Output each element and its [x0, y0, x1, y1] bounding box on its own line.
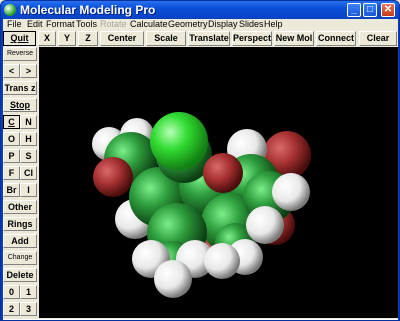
translate-z-button[interactable]: Trans z	[3, 81, 37, 95]
element-br-button[interactable]: Br	[3, 183, 20, 197]
title-bar[interactable]: Molecular Modeling Pro _ □ ✕	[1, 1, 399, 19]
minimize-button[interactable]: _	[347, 3, 361, 17]
menu-file[interactable]: File	[7, 19, 22, 30]
client-area: File Edit Format Tools Rotate Calculate …	[3, 19, 398, 320]
window-title: Molecular Modeling Pro	[20, 3, 156, 17]
oxygen-atom	[93, 157, 133, 197]
molecule-model	[92, 112, 311, 298]
toolbar: Quit X Y Z Center Scale Translate Perspe…	[3, 31, 398, 46]
rotate-y-button[interactable]: Y	[58, 31, 76, 46]
digit-2-button[interactable]: 2	[3, 302, 20, 316]
add-button[interactable]: Add	[3, 234, 37, 248]
hydrogen-atom	[246, 206, 284, 244]
element-n-button[interactable]: N	[20, 115, 37, 129]
element-f-button[interactable]: F	[3, 166, 20, 180]
stop-button[interactable]: Stop	[3, 98, 37, 112]
menu-slides[interactable]: Slides	[239, 19, 264, 30]
hydrogen-atom	[204, 243, 240, 279]
connect-button[interactable]: Connect	[316, 31, 356, 46]
menu-bar: File Edit Format Tools Rotate Calculate …	[3, 19, 398, 30]
element-i-button[interactable]: I	[20, 183, 37, 197]
molecule-viewport[interactable]	[39, 47, 398, 318]
change-button[interactable]: Change	[3, 251, 37, 265]
reverse-button[interactable]: Reverse	[3, 47, 37, 61]
menu-edit[interactable]: Edit	[27, 19, 43, 30]
bottom-edge	[3, 319, 398, 320]
rings-button[interactable]: Rings	[3, 217, 37, 231]
menu-display[interactable]: Display	[208, 19, 238, 30]
translate-button[interactable]: Translate	[188, 31, 230, 46]
delete-button[interactable]: Delete	[3, 268, 37, 282]
menu-tools[interactable]: Tools	[76, 19, 97, 30]
menu-calculate[interactable]: Calculate	[130, 19, 168, 30]
hydrogen-atom	[154, 260, 192, 298]
new-molecule-button[interactable]: New Mol	[274, 31, 314, 46]
app-window: Molecular Modeling Pro _ □ ✕ File Edit F…	[0, 0, 400, 321]
menu-format[interactable]: Format	[46, 19, 75, 30]
digit-1-button[interactable]: 1	[20, 285, 37, 299]
chlorine-atom	[150, 112, 208, 170]
element-o-button[interactable]: O	[3, 132, 20, 146]
maximize-button[interactable]: □	[363, 3, 377, 17]
digit-3-button[interactable]: 3	[20, 302, 37, 316]
element-p-button[interactable]: P	[3, 149, 20, 163]
center-button[interactable]: Center	[100, 31, 144, 46]
clear-button[interactable]: Clear	[359, 31, 397, 46]
step-forward-button[interactable]: >	[20, 64, 37, 78]
element-cl-button[interactable]: Cl	[20, 166, 37, 180]
menu-rotate: Rotate	[100, 19, 127, 29]
digit-0-button[interactable]: 0	[3, 285, 20, 299]
other-element-button[interactable]: Other	[3, 200, 37, 214]
close-button[interactable]: ✕	[381, 3, 395, 17]
rotate-z-button[interactable]: Z	[78, 31, 98, 46]
element-c-button[interactable]: C	[3, 115, 20, 129]
perspective-button[interactable]: Perspect	[232, 31, 272, 46]
menu-geometry[interactable]: Geometry	[168, 19, 208, 30]
oxygen-atom	[203, 153, 243, 193]
quit-button[interactable]: Quit	[3, 31, 36, 46]
step-back-button[interactable]: <	[3, 64, 20, 78]
molecule-app-icon	[4, 4, 16, 16]
rotate-x-button[interactable]: X	[38, 31, 56, 46]
scale-button[interactable]: Scale	[146, 31, 186, 46]
menu-help[interactable]: Help	[264, 19, 283, 30]
element-h-button[interactable]: H	[20, 132, 37, 146]
element-s-button[interactable]: S	[20, 149, 37, 163]
hydrogen-atom	[272, 173, 310, 211]
